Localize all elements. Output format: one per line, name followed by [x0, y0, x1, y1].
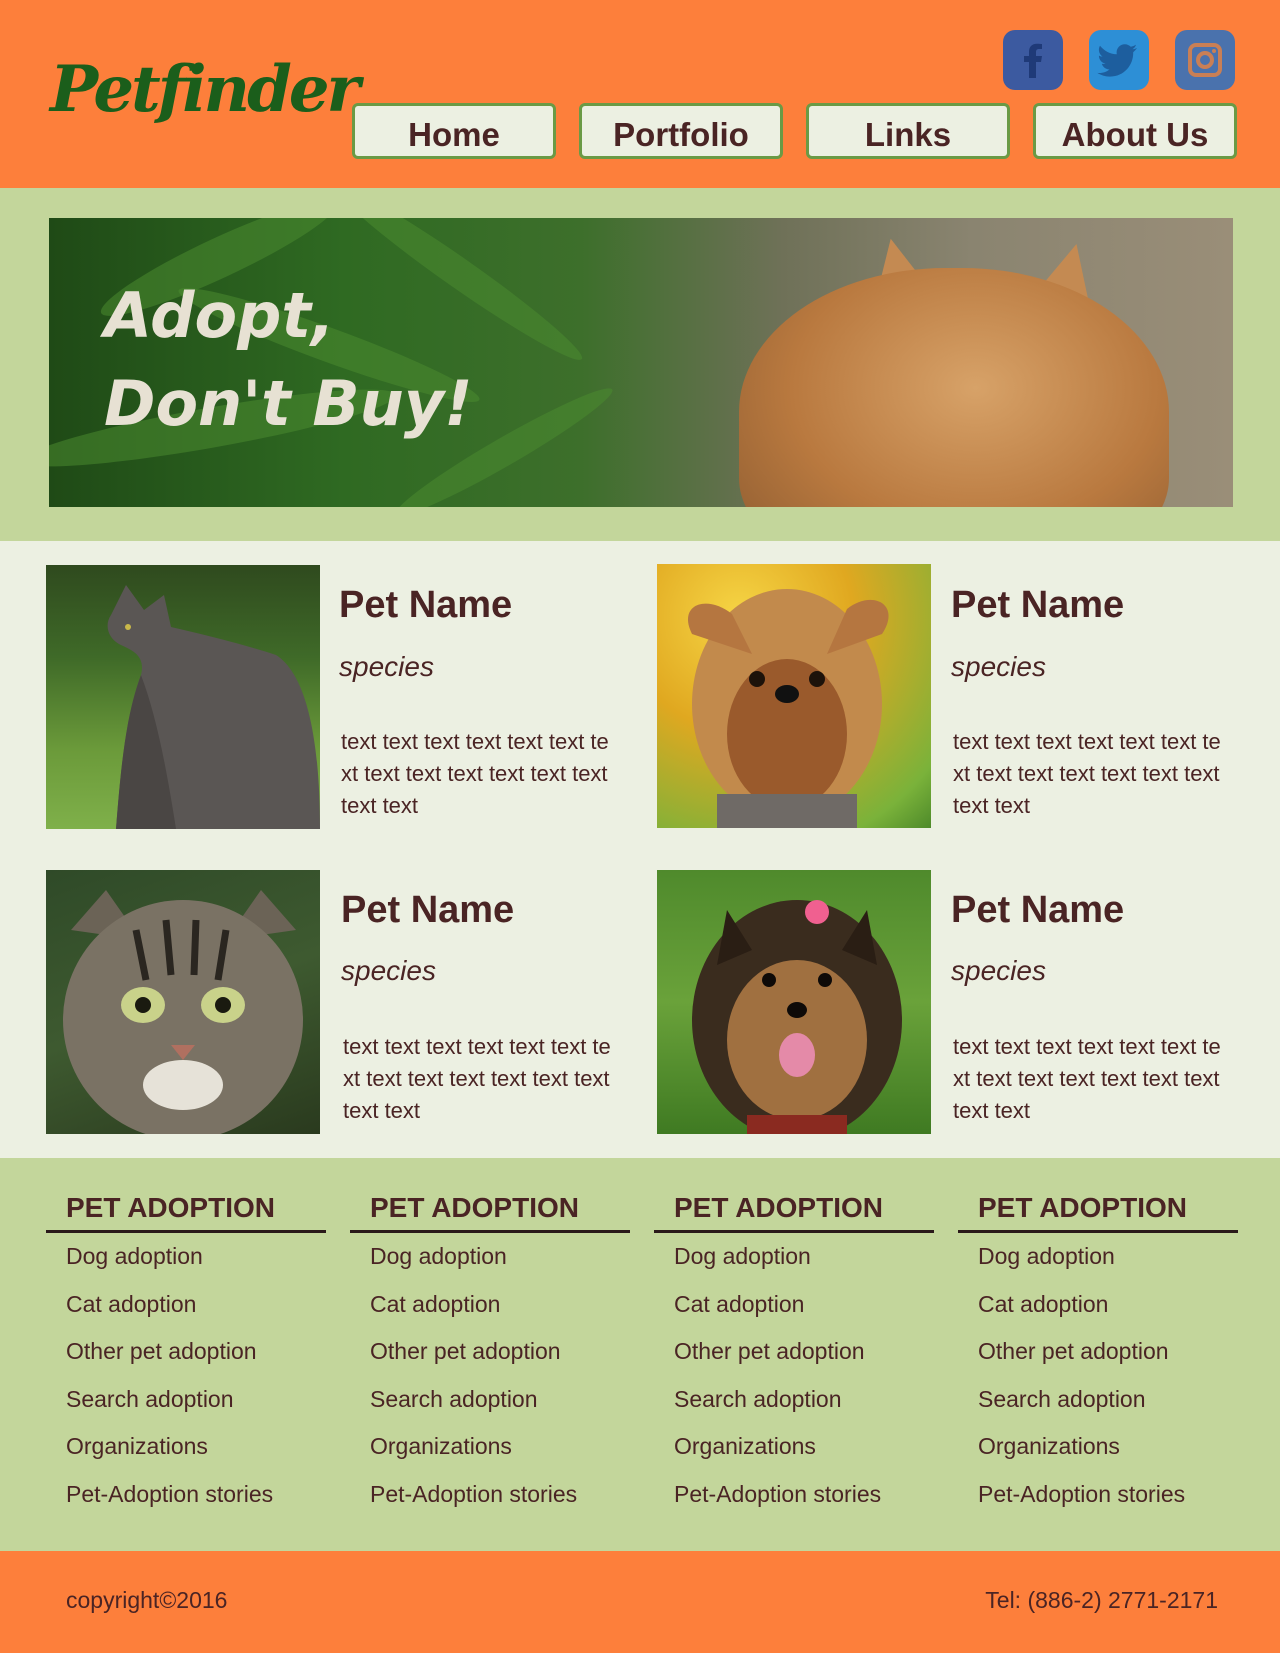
footer-column-title: PET ADOPTION: [46, 1192, 326, 1233]
footer-link-organizations[interactable]: Organizations: [350, 1423, 630, 1471]
pet-description: text text text text text text text text …: [953, 729, 1221, 818]
site-header: Petfinder Home Portfolio Links About Us: [0, 0, 1280, 188]
pet-photo[interactable]: [46, 565, 320, 829]
pet-species: species: [339, 651, 434, 682]
footer-link-cat-adoption[interactable]: Cat adoption: [46, 1281, 326, 1329]
footer-link-other-pet-adoption[interactable]: Other pet adoption: [46, 1328, 326, 1376]
hero-title: Adopt, Don't Buy!: [104, 272, 473, 448]
footer-column: PET ADOPTION Dog adoption Cat adoption O…: [46, 1192, 326, 1518]
footer-column-title: PET ADOPTION: [350, 1192, 630, 1233]
footer-link-search-adoption[interactable]: Search adoption: [46, 1376, 326, 1424]
pet-name: Pet Name: [341, 889, 515, 931]
site-footer: copyright©2016 Tel: (886-2) 2771-2171: [0, 1551, 1280, 1653]
cat-back-photo: [739, 268, 1169, 507]
nav-about-us-button[interactable]: About Us: [1033, 103, 1237, 159]
pet-photo[interactable]: [46, 870, 320, 1134]
pet-description: text text text text text text text text …: [341, 729, 609, 818]
twitter-icon[interactable]: [1089, 30, 1149, 90]
nav-links-button[interactable]: Links: [806, 103, 1010, 159]
pet-name: Pet Name: [951, 584, 1125, 626]
footer-link-adoption-stories[interactable]: Pet-Adoption stories: [654, 1471, 934, 1519]
footer-link-adoption-stories[interactable]: Pet-Adoption stories: [46, 1471, 326, 1519]
footer-link-other-pet-adoption[interactable]: Other pet adoption: [350, 1328, 630, 1376]
footer-link-dog-adoption[interactable]: Dog adoption: [46, 1233, 326, 1281]
footer-link-dog-adoption[interactable]: Dog adoption: [654, 1233, 934, 1281]
footer-link-adoption-stories[interactable]: Pet-Adoption stories: [350, 1471, 630, 1519]
pet-photo[interactable]: [657, 870, 931, 1134]
footer-column: PET ADOPTION Dog adoption Cat adoption O…: [350, 1192, 630, 1518]
instagram-icon[interactable]: [1175, 30, 1235, 90]
footer-column: PET ADOPTION Dog adoption Cat adoption O…: [958, 1192, 1238, 1518]
footer-link-search-adoption[interactable]: Search adoption: [350, 1376, 630, 1424]
footer-link-cat-adoption[interactable]: Cat adoption: [350, 1281, 630, 1329]
footer-link-organizations[interactable]: Organizations: [958, 1423, 1238, 1471]
hero-title-line1: Adopt,: [104, 279, 335, 352]
pet-species: species: [951, 651, 1046, 682]
petfinder-logo[interactable]: Petfinder: [50, 52, 360, 127]
footer-link-organizations[interactable]: Organizations: [654, 1423, 934, 1471]
footer-column-title: PET ADOPTION: [654, 1192, 934, 1233]
footer-link-search-adoption[interactable]: Search adoption: [654, 1376, 934, 1424]
pet-description: text text text text text text text text …: [953, 1034, 1221, 1123]
hero-title-line2: Don't Buy!: [104, 367, 473, 440]
footer-link-search-adoption[interactable]: Search adoption: [958, 1376, 1238, 1424]
pet-species: species: [341, 955, 436, 986]
pet-description: text text text text text text text text …: [343, 1034, 611, 1123]
footer-links: PET ADOPTION Dog adoption Cat adoption O…: [0, 1158, 1280, 1551]
footer-column: PET ADOPTION Dog adoption Cat adoption O…: [654, 1192, 934, 1518]
copyright-text: copyright©2016: [66, 1587, 228, 1613]
footer-link-adoption-stories[interactable]: Pet-Adoption stories: [958, 1471, 1238, 1519]
footer-link-cat-adoption[interactable]: Cat adoption: [958, 1281, 1238, 1329]
nav-home-button[interactable]: Home: [352, 103, 556, 159]
footer-link-dog-adoption[interactable]: Dog adoption: [350, 1233, 630, 1281]
pet-species: species: [951, 955, 1046, 986]
pet-name: Pet Name: [951, 889, 1125, 931]
footer-link-dog-adoption[interactable]: Dog adoption: [958, 1233, 1238, 1281]
pet-name: Pet Name: [339, 584, 513, 626]
footer-link-other-pet-adoption[interactable]: Other pet adoption: [958, 1328, 1238, 1376]
nav-portfolio-button[interactable]: Portfolio: [579, 103, 783, 159]
footer-link-other-pet-adoption[interactable]: Other pet adoption: [654, 1328, 934, 1376]
pet-photo[interactable]: [657, 564, 931, 828]
facebook-icon[interactable]: [1003, 30, 1063, 90]
telephone-text[interactable]: Tel: (886-2) 2771-2171: [985, 1587, 1218, 1614]
footer-link-organizations[interactable]: Organizations: [46, 1423, 326, 1471]
footer-column-title: PET ADOPTION: [958, 1192, 1238, 1233]
footer-link-cat-adoption[interactable]: Cat adoption: [654, 1281, 934, 1329]
